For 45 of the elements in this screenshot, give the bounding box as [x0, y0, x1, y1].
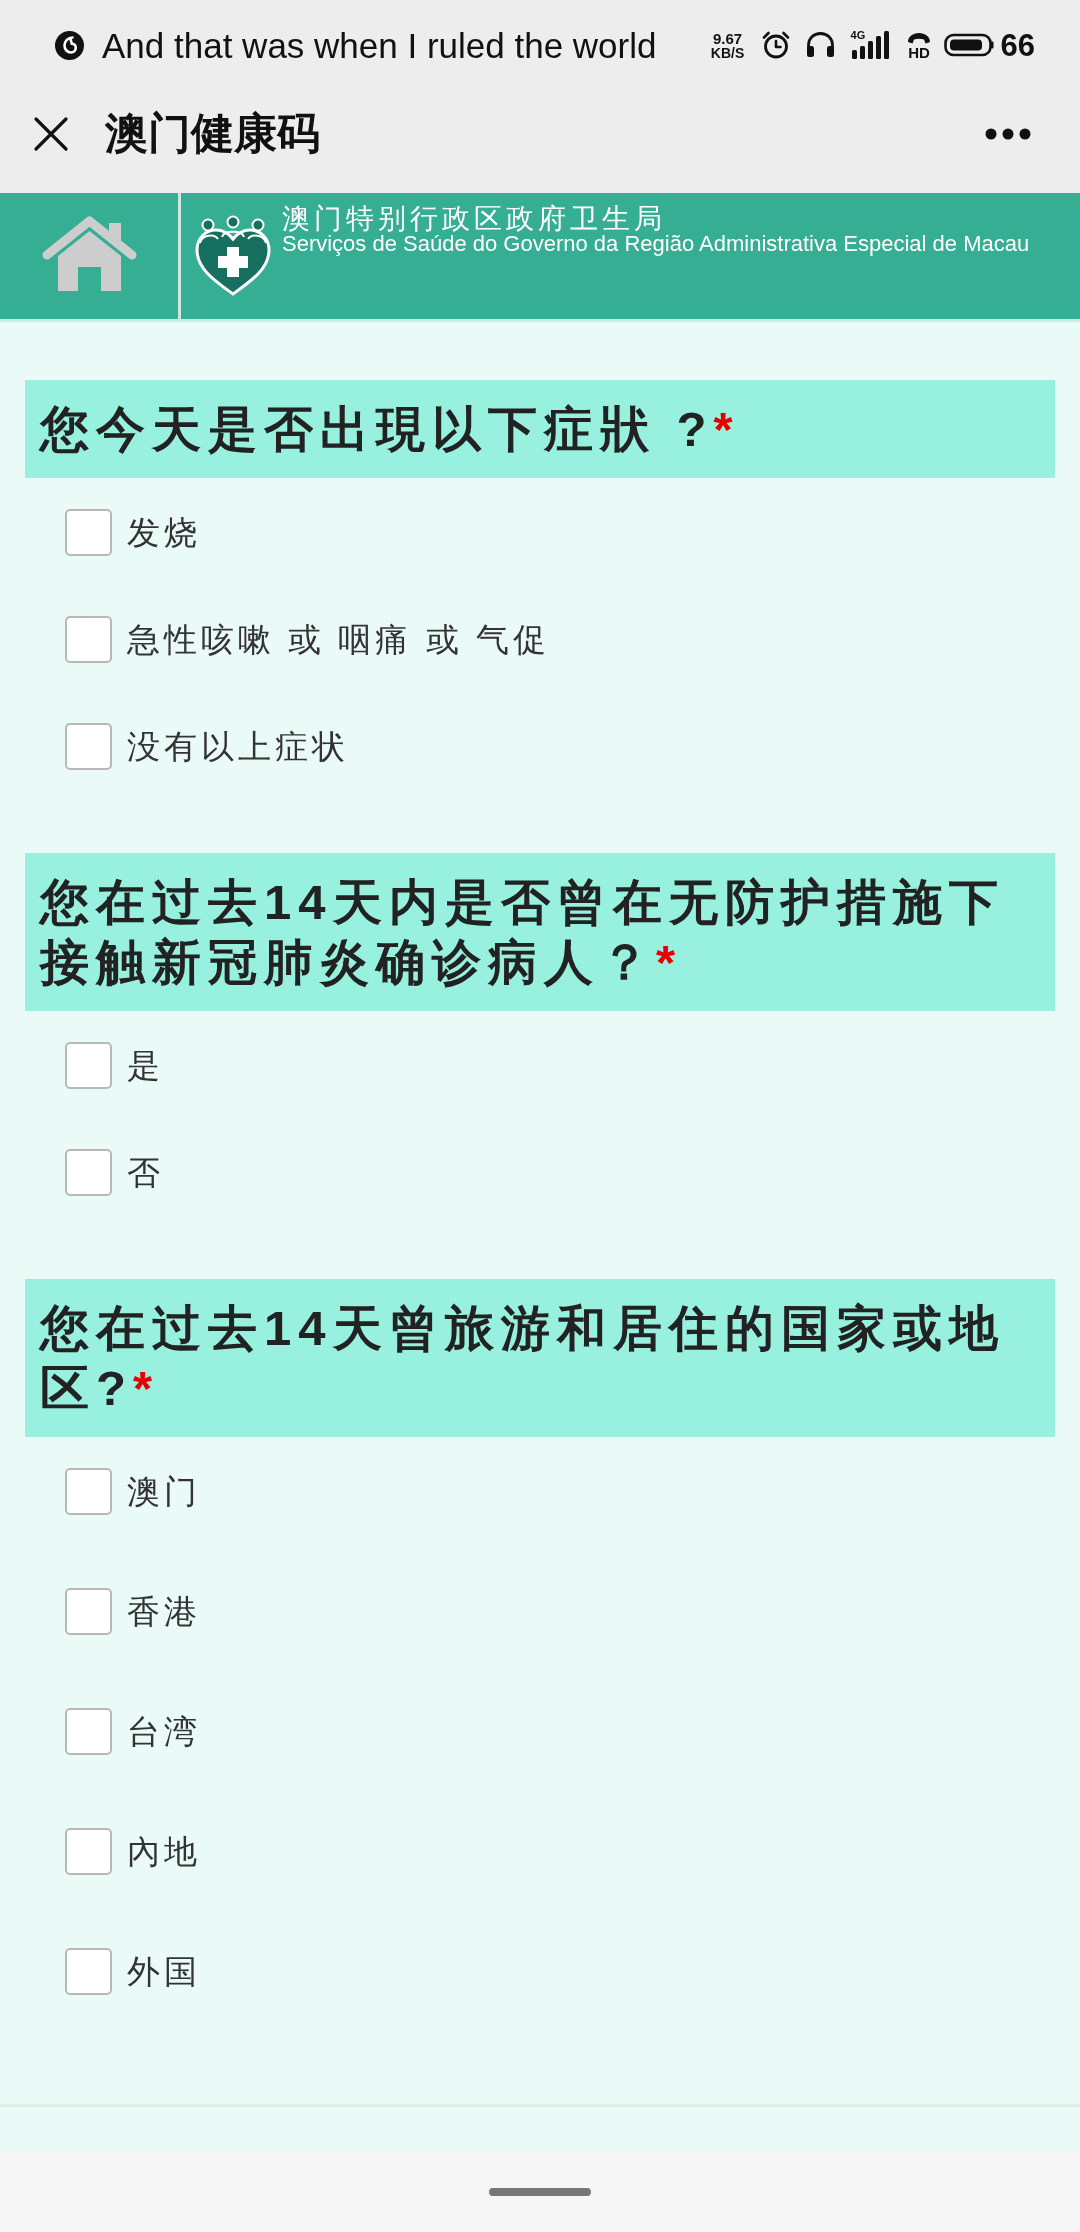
option-label: 是	[127, 1049, 164, 1082]
option-label: 澳门	[127, 1475, 201, 1508]
checkbox[interactable]	[65, 1708, 112, 1755]
close-button[interactable]	[33, 115, 69, 152]
signal-icon	[850, 30, 889, 60]
network-type-label: 4G	[850, 30, 866, 41]
battery-icon	[943, 32, 994, 58]
network-speed-unit: KB/S	[710, 45, 745, 60]
checkbox[interactable]	[65, 616, 112, 663]
now-playing-text: And that was when I ruled the world	[102, 27, 657, 63]
option-label: 发烧	[127, 516, 201, 549]
option-label: 否	[127, 1156, 164, 1189]
question-title: 您在过去14天内是否曾在无防护措施下接触新冠肺炎确诊病人？*	[40, 874, 1006, 991]
music-icon	[55, 30, 84, 60]
more-dots-icon	[985, 127, 1031, 140]
close-icon	[33, 115, 69, 152]
gesture-handle[interactable]	[489, 2187, 591, 2196]
hd-label: HD	[908, 44, 930, 60]
checkbox[interactable]	[65, 1948, 112, 1995]
option-label: 急性咳嗽 或 咽痛 或 气促	[127, 623, 550, 656]
option-label: 外国	[127, 1955, 201, 1988]
option-label: 香港	[127, 1595, 201, 1628]
option-label: 没有以上症状	[127, 730, 349, 763]
page-title: 澳门健康码	[105, 112, 320, 155]
checkbox[interactable]	[65, 723, 112, 770]
battery-percentage: 66	[1000, 29, 1035, 61]
network-speed-value: 9.67	[712, 30, 743, 46]
headphones-icon	[804, 30, 836, 60]
option-label: 台湾	[127, 1715, 201, 1748]
checkbox[interactable]	[65, 1149, 112, 1196]
checkbox[interactable]	[65, 1828, 112, 1875]
checkbox[interactable]	[65, 1042, 112, 1089]
question-title: 您今天是否出現以下症狀 ?*	[40, 401, 741, 458]
alarm-clock-icon	[760, 30, 791, 60]
home-icon[interactable]	[40, 215, 138, 293]
department-name-chinese: 澳门特别行政区政府卫生局	[282, 205, 667, 233]
department-name-portuguese: Serviços de Saúde do Governo da Região Administrativa Especial de Macau	[282, 233, 1030, 255]
checkbox[interactable]	[65, 509, 112, 556]
option-label: 內地	[127, 1835, 201, 1868]
question-title: 您在过去14天曾旅游和居住的国家或地区?*	[40, 1300, 1006, 1417]
more-button[interactable]	[985, 127, 1031, 140]
checkbox[interactable]	[65, 1588, 112, 1635]
heart-cross-logo-icon	[194, 215, 272, 297]
checkbox[interactable]	[65, 1468, 112, 1515]
phone-icon	[906, 30, 932, 45]
